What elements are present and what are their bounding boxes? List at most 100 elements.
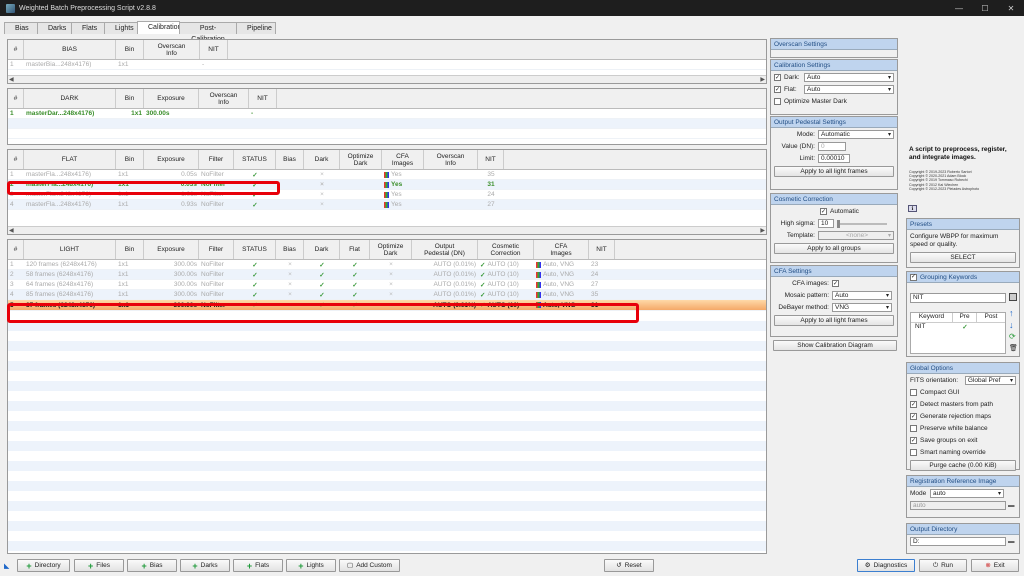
apply-cfa-button[interactable]: Apply to all light frames (774, 315, 894, 326)
keyword-list: Keyword Pre Post NIT ✓ (910, 312, 1006, 354)
refresh-icon[interactable]: ⟳ (1009, 332, 1016, 341)
folder-icon[interactable]: ▬ (1008, 502, 1015, 509)
reset-button[interactable]: ↺ Reset (604, 559, 654, 572)
high-sigma-slider[interactable] (837, 219, 887, 228)
apply-pedestal-button[interactable]: Apply to all light frames (774, 166, 894, 177)
move-down-icon[interactable]: ↓ (1009, 320, 1014, 330)
grouping-keywords-label: Grouping Keywords (920, 273, 978, 281)
light-col-optimize: Optimize Dark (370, 240, 412, 259)
select-preset-button[interactable]: SELECT (910, 252, 1016, 263)
dark-select[interactable]: Auto (804, 73, 894, 82)
diagnostics-label: Diagnostics (873, 561, 908, 569)
add-files-button[interactable]: + Files (74, 559, 124, 572)
global-option-checkbox[interactable] (910, 425, 917, 432)
flat-checkbox[interactable]: ✓ (774, 86, 781, 93)
cell: 24 (591, 271, 599, 278)
minimize-icon[interactable]: — (946, 4, 972, 13)
global-option-checkbox[interactable] (910, 449, 917, 456)
global-option-checkbox[interactable]: ✓ (910, 437, 917, 444)
table-row[interactable]: 3 64 frames (6248x4176) 1x1 300.00s NoFilter… (8, 280, 766, 290)
cell: 1x1 (118, 201, 129, 208)
reset-label: Reset (624, 561, 642, 569)
cell: ✓ (252, 291, 258, 299)
tab-flats[interactable]: Flats (71, 22, 105, 34)
add-lights-button[interactable]: + Lights (286, 559, 336, 572)
automatic-label: Automatic (830, 208, 859, 215)
keyword-input[interactable]: NIT (910, 293, 1006, 303)
value-input[interactable]: 0 (818, 142, 846, 151)
high-sigma-input[interactable]: 10 (818, 219, 834, 228)
dark-checkbox[interactable]: ✓ (774, 74, 781, 81)
tab-darks[interactable]: Darks (37, 22, 72, 34)
registration-mode-select[interactable]: auto (930, 489, 1004, 498)
table-row[interactable]: 1 masterDar...248x4176) 1x1 300.00s - (8, 109, 766, 119)
flat-horizontal-scrollbar[interactable]: ◀ ▶ (8, 226, 766, 234)
output-directory-input[interactable]: D: (910, 537, 1006, 546)
add-custom-button[interactable]: ▢ Add Custom (339, 559, 400, 572)
tab-post-calibration[interactable]: Post-Calibration (179, 22, 237, 43)
cell: 24 (487, 191, 495, 198)
delete-icon[interactable]: 🗑 (1009, 344, 1018, 352)
tab-bias[interactable]: Bias (4, 22, 38, 34)
bias-horizontal-scrollbar[interactable]: ◀ ▶ (8, 75, 766, 83)
registration-reference-input[interactable]: auto (910, 501, 1006, 510)
add-darks-button[interactable]: + Darks (180, 559, 230, 572)
dark-col-overscan: Overscan Info (199, 89, 249, 108)
cell: 64 frames (6248x4176) (26, 281, 94, 288)
add-directory-button[interactable]: + Directory (17, 559, 70, 572)
table-row[interactable]: 2 58 frames (6248x4176) 1x1 300.00s NoFilter… (8, 270, 766, 280)
cell: 1x1 (118, 271, 129, 278)
close-icon[interactable]: ✕ (998, 4, 1024, 13)
add-flats-button[interactable]: + Flats (233, 559, 283, 572)
debayer-method-select[interactable]: VNG (832, 303, 892, 312)
info-icon[interactable]: ℹ (908, 205, 917, 212)
limit-input[interactable]: 0.00010 (818, 154, 850, 163)
show-calibration-diagram-button[interactable]: Show Calibration Diagram (773, 340, 897, 351)
purge-cache-button[interactable]: Purge cache (0.00 KiB) (910, 460, 1016, 471)
tab-calibration[interactable]: Calibration (137, 21, 181, 34)
tab-pipeline[interactable]: Pipeline (236, 22, 276, 34)
cell: 35 (487, 171, 495, 178)
cell: 300.00s (146, 110, 170, 117)
move-up-icon[interactable]: ↑ (1009, 308, 1014, 318)
scroll-left-icon[interactable]: ◀ (9, 76, 14, 83)
cfa-images-checkbox[interactable]: ✓ (832, 280, 839, 287)
table-row[interactable]: 1 masterBia...248x4176) 1x1 - (8, 60, 766, 70)
add-bias-button[interactable]: + Bias (127, 559, 177, 572)
cell: ✓ AUTO (10) (480, 291, 519, 299)
exit-button[interactable]: ⊗ Exit (971, 559, 1019, 572)
scroll-left-icon[interactable]: ◀ (9, 227, 14, 234)
keyword-row[interactable]: NIT ✓ (911, 323, 1005, 333)
global-option-checkbox[interactable]: ✓ (910, 401, 917, 408)
grouping-keywords-checkbox[interactable]: ✓ (910, 273, 917, 281)
table-row[interactable]: 1 masterFla...248x4176) 1x1 0.05s NoFilter ✓ ×… (8, 170, 766, 180)
run-button[interactable]: ⏻ Run (919, 559, 967, 572)
bias-col-name: BIAS (24, 40, 116, 59)
global-option-checkbox[interactable] (910, 389, 917, 396)
optimize-master-dark-checkbox[interactable] (774, 98, 781, 105)
folder-icon[interactable]: ▬ (1008, 538, 1015, 545)
global-option-label: Save groups on exit (920, 437, 978, 444)
save-keyword-icon[interactable] (1009, 293, 1017, 301)
scroll-right-icon[interactable]: ▶ (760, 227, 765, 234)
mosaic-pattern-select[interactable]: Auto (832, 291, 892, 300)
table-row[interactable]: 4 85 frames (6248x4176) 1x1 300.00s NoFilter… (8, 290, 766, 300)
diagnostics-button[interactable]: ⚙ Diagnostics (857, 559, 915, 572)
automatic-checkbox[interactable]: ✓ (820, 208, 827, 215)
plus-icon: + (141, 560, 147, 571)
cell: 120 frames (6248x4176) (26, 261, 97, 268)
global-option-checkbox[interactable]: ✓ (910, 413, 917, 420)
flat-select[interactable]: Auto (804, 85, 894, 94)
add-custom-label: Add Custom (356, 561, 392, 569)
tab-lights[interactable]: Lights (104, 22, 138, 34)
maximize-icon[interactable]: ☐ (972, 4, 998, 13)
cell: × (389, 281, 393, 288)
template-select[interactable]: <none> (818, 231, 894, 240)
scroll-right-icon[interactable]: ▶ (760, 76, 765, 83)
cell: masterBia...248x4176) (26, 61, 92, 68)
fits-orientation-select[interactable]: Global Pref (964, 376, 1016, 385)
table-row[interactable]: 1 120 frames (6248x4176) 1x1 300.00s NoFilte… (8, 260, 766, 270)
table-row[interactable]: 4 masterFla...248x4176) 1x1 0.93s NoFilter ✓ ×… (8, 200, 766, 210)
mode-select[interactable]: Automatic (818, 130, 894, 139)
apply-all-groups-button[interactable]: Apply to all groups (774, 243, 894, 254)
